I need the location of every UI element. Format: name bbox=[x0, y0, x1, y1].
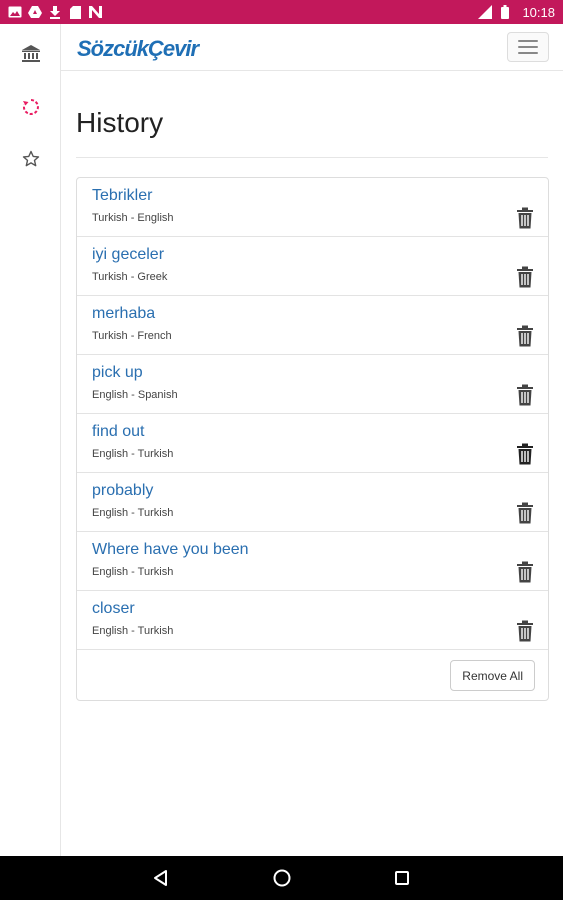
rail-item-history[interactable] bbox=[0, 91, 61, 127]
history-term[interactable]: probably bbox=[92, 482, 153, 500]
history-item: iyi geceler Turkish - Greek bbox=[77, 237, 548, 296]
history-term[interactable]: Where have you been bbox=[92, 541, 249, 559]
page-title: History bbox=[76, 107, 164, 138]
history-icon bbox=[22, 98, 40, 121]
star-icon bbox=[22, 150, 40, 173]
image-icon bbox=[8, 5, 22, 19]
drive-icon bbox=[28, 5, 42, 19]
history-item: closer English - Turkish bbox=[77, 591, 548, 650]
n-icon bbox=[88, 5, 102, 19]
status-bar-left bbox=[8, 5, 102, 19]
language-pair: English - Turkish bbox=[92, 625, 174, 637]
battery-icon bbox=[498, 5, 512, 19]
trash-icon[interactable] bbox=[514, 501, 536, 525]
trash-icon[interactable] bbox=[514, 206, 536, 230]
title-divider bbox=[76, 157, 548, 158]
history-term[interactable]: closer bbox=[92, 600, 135, 618]
menu-button[interactable] bbox=[507, 32, 549, 62]
main-content: History Tebrikler Turkish - English iyi … bbox=[61, 71, 563, 856]
remove-all-button[interactable]: Remove All bbox=[450, 660, 535, 691]
status-bar-right: 10:18 bbox=[478, 5, 555, 20]
side-rail bbox=[0, 24, 61, 856]
status-bar: 10:18 bbox=[0, 0, 563, 24]
rail-item-favorites[interactable] bbox=[0, 143, 61, 179]
trash-icon[interactable] bbox=[514, 442, 536, 466]
home-icon[interactable] bbox=[270, 866, 294, 890]
trash-icon[interactable] bbox=[514, 265, 536, 289]
language-pair: English - Spanish bbox=[92, 389, 178, 401]
history-term[interactable]: pick up bbox=[92, 364, 143, 382]
history-item: Tebrikler Turkish - English bbox=[77, 178, 548, 237]
history-item: probably English - Turkish bbox=[77, 473, 548, 532]
history-term[interactable]: merhaba bbox=[92, 305, 155, 323]
bank-icon bbox=[21, 44, 41, 69]
list-footer: Remove All bbox=[77, 650, 548, 700]
rail-item-dictionary[interactable] bbox=[0, 38, 61, 74]
history-item: pick up English - Spanish bbox=[77, 355, 548, 414]
language-pair: Turkish - Greek bbox=[92, 271, 168, 283]
history-item: merhaba Turkish - French bbox=[77, 296, 548, 355]
status-time: 10:18 bbox=[522, 4, 555, 20]
history-item: Where have you been English - Turkish bbox=[77, 532, 548, 591]
trash-icon[interactable] bbox=[514, 324, 536, 348]
system-nav-bar bbox=[0, 856, 563, 900]
app-header: SözcükÇevir bbox=[61, 24, 563, 71]
language-pair: English - Turkish bbox=[92, 507, 174, 519]
recents-icon[interactable] bbox=[390, 866, 414, 890]
history-item: find out English - Turkish bbox=[77, 414, 548, 473]
hamburger-icon bbox=[518, 40, 538, 42]
language-pair: English - Turkish bbox=[92, 566, 174, 578]
history-term[interactable]: iyi geceler bbox=[92, 246, 164, 264]
back-icon[interactable] bbox=[149, 866, 173, 890]
trash-icon[interactable] bbox=[514, 560, 536, 584]
language-pair: Turkish - English bbox=[92, 212, 174, 224]
history-term[interactable]: Tebrikler bbox=[92, 187, 152, 205]
language-pair: Turkish - French bbox=[92, 330, 172, 342]
trash-icon[interactable] bbox=[514, 383, 536, 407]
history-term[interactable]: find out bbox=[92, 423, 144, 441]
language-pair: English - Turkish bbox=[92, 448, 174, 460]
signal-icon bbox=[478, 5, 493, 19]
brand-logo[interactable]: SözcükÇevir bbox=[77, 36, 199, 62]
download-icon bbox=[48, 5, 62, 19]
trash-icon[interactable] bbox=[514, 619, 536, 643]
history-list: Tebrikler Turkish - English iyi geceler … bbox=[76, 177, 549, 701]
sd-card-icon bbox=[68, 5, 82, 19]
